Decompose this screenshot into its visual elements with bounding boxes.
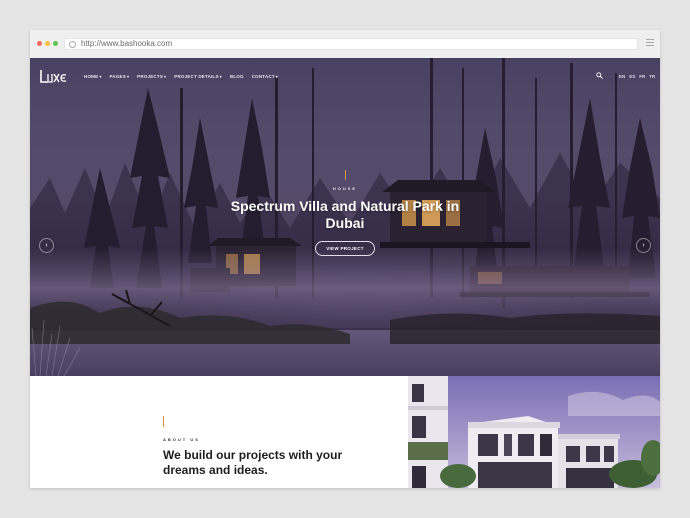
lang-en[interactable]: EN	[619, 74, 625, 79]
about-building-photo	[408, 376, 660, 488]
nav-item-contact[interactable]: CONTACT▾	[252, 74, 278, 79]
nav-item-project-details[interactable]: PROJECT DETAILS▾	[174, 74, 222, 79]
chevron-down-icon: ▾	[126, 74, 130, 79]
lang-es[interactable]: ES	[629, 74, 635, 79]
about-eyebrow: ABOUT US	[163, 437, 200, 442]
address-bar[interactable]: http://www.bashooka.com	[64, 38, 638, 50]
main-nav: HOME▾ PAGES▾ PROJECTS▾ PROJECT DETAILS▾ …	[84, 74, 278, 79]
view-project-button[interactable]: VIEW PROJECT	[315, 241, 375, 256]
hero-content: HOUSE Spectrum Villa and Natural Park in…	[195, 170, 495, 256]
lock-icon	[69, 41, 76, 48]
chevron-down-icon: ▾	[275, 74, 278, 79]
accent-divider	[344, 170, 346, 180]
browser-toolbar: http://www.bashooka.com	[30, 30, 660, 59]
chevron-right-icon[interactable]: ›	[636, 238, 651, 253]
chevron-down-icon: ▾	[164, 74, 167, 79]
nav-item-projects[interactable]: PROJECTS▾	[137, 74, 166, 79]
address-url[interactable]: http://www.bashooka.com	[81, 38, 172, 50]
hero-title: Spectrum Villa and Natural Park in Dubai	[230, 198, 460, 231]
lang-fr[interactable]: FR	[639, 74, 645, 79]
close-dot-icon[interactable]	[37, 41, 42, 46]
luxe-logo[interactable]	[39, 68, 69, 84]
window-controls	[37, 41, 58, 46]
language-switcher: EN ES FR TR	[619, 74, 655, 79]
chevron-down-icon: ▾	[99, 74, 102, 79]
menu-icon[interactable]	[646, 39, 654, 47]
nav-item-home[interactable]: HOME▾	[84, 74, 102, 79]
about-section: ABOUT US We build our projects with your…	[30, 376, 408, 488]
about-title: We build our projects with your dreams a…	[163, 448, 343, 477]
accent-divider	[163, 416, 164, 427]
hero-slider: HOME▾ PAGES▾ PROJECTS▾ PROJECT DETAILS▾ …	[30, 58, 660, 376]
search-icon[interactable]	[596, 72, 603, 79]
maximize-dot-icon[interactable]	[53, 41, 58, 46]
site-navbar: HOME▾ PAGES▾ PROJECTS▾ PROJECT DETAILS▾ …	[30, 58, 660, 96]
minimize-dot-icon[interactable]	[45, 41, 50, 46]
chevron-left-icon[interactable]: ‹	[39, 238, 54, 253]
lang-tr[interactable]: TR	[649, 74, 655, 79]
nav-item-pages[interactable]: PAGES▾	[110, 74, 130, 79]
nav-item-blog[interactable]: BLOG	[230, 74, 244, 79]
chevron-down-icon: ▾	[219, 74, 222, 79]
hero-eyebrow: HOUSE	[332, 186, 358, 191]
browser-window: http://www.bashooka.com HOME▾ PAGES▾ PRO…	[30, 30, 660, 488]
